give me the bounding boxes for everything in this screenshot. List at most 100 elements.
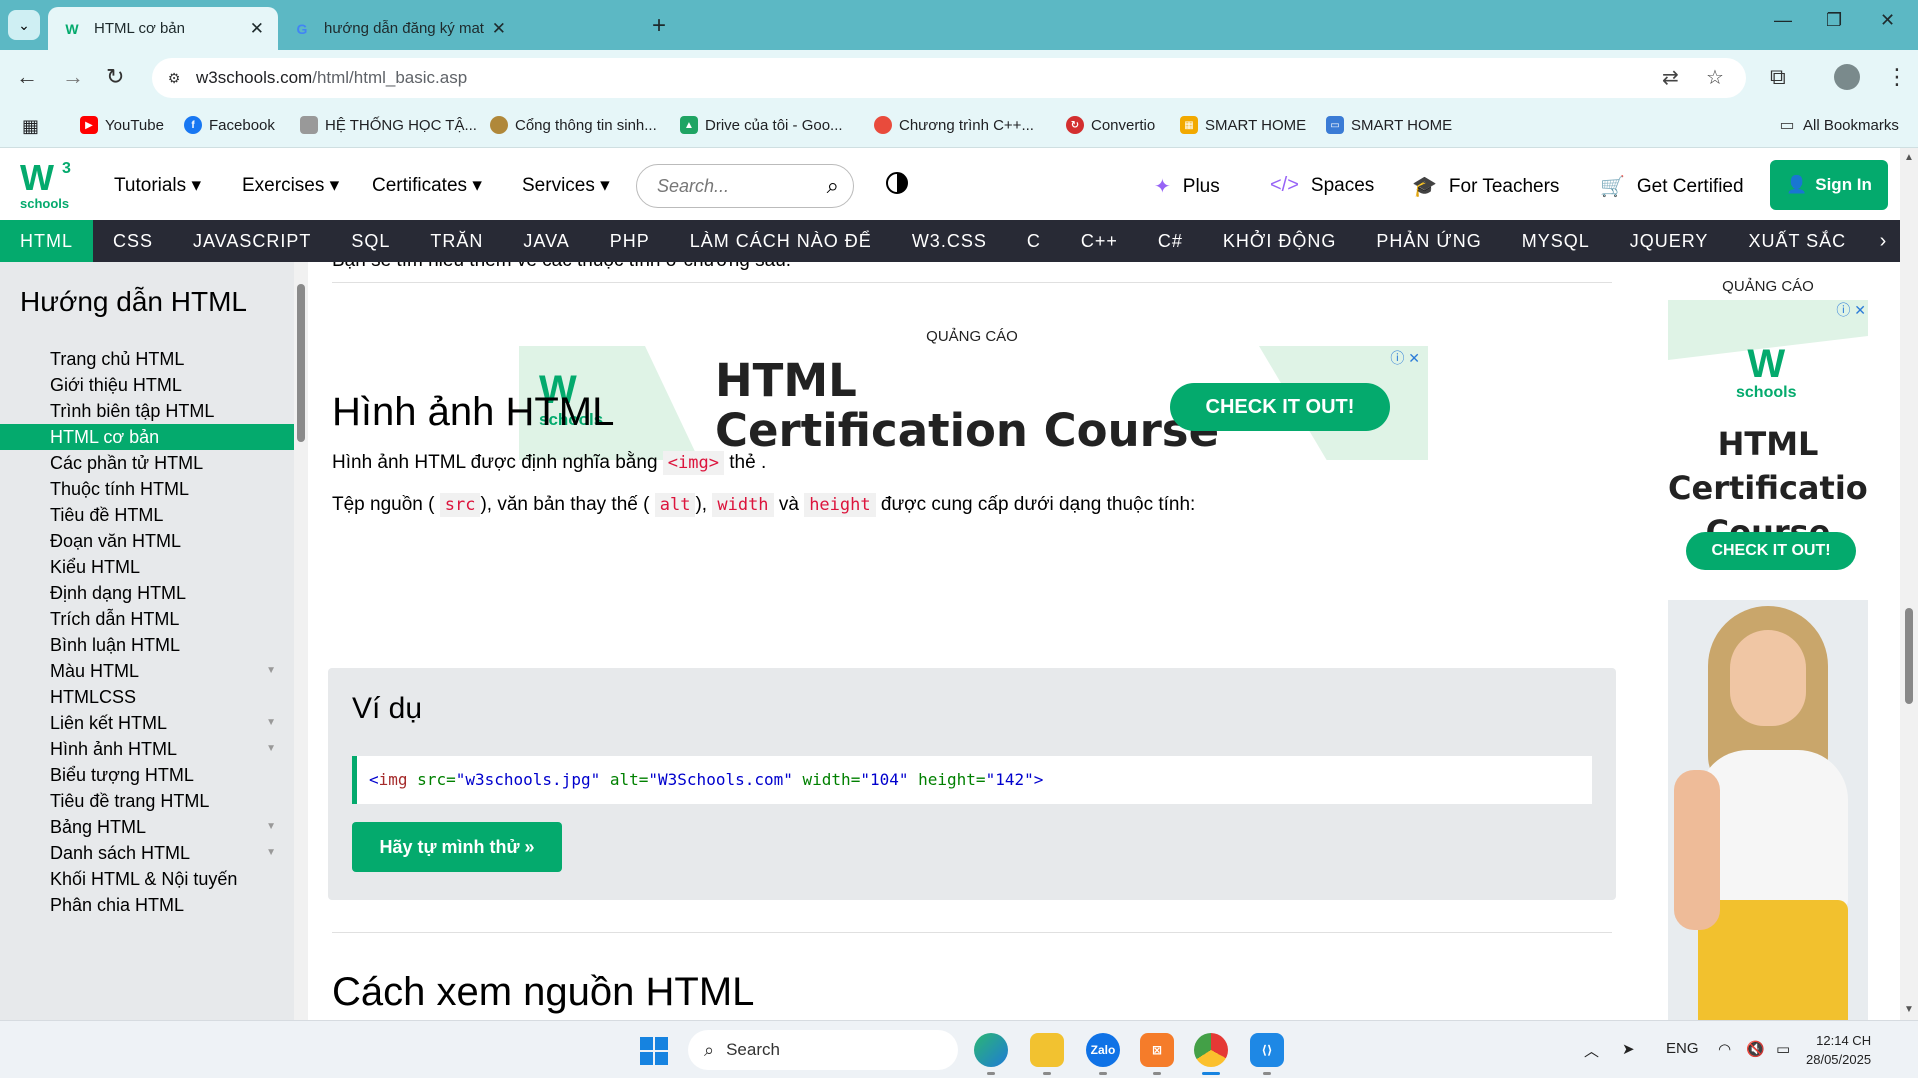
try-it-yourself-button[interactable]: Hãy tự mình thử » [352,822,562,872]
nav-item[interactable]: W3.CSS [892,220,1007,262]
sidebar-item[interactable]: HTMLCSS [0,684,294,710]
xampp-icon[interactable]: ⊠ [1140,1033,1174,1075]
nav-item[interactable]: HTML [0,220,93,262]
sidebar-item[interactable]: Bình luận HTML [0,632,294,658]
menu-tutorials[interactable]: Tutorials ▾ [114,174,201,197]
bookmark-smart-home-2[interactable]: ▭ SMART HOME [1326,116,1452,134]
link-for-teachers[interactable]: 🎓 For Teachers [1412,174,1559,199]
volume-mute-icon[interactable]: 🔇 [1746,1040,1765,1058]
nav-item[interactable]: C [1007,220,1061,262]
sidebar-item[interactable]: Thuộc tính HTML [0,476,294,502]
scroll-thumb[interactable] [1905,608,1913,704]
sidebar-item[interactable]: Trình biên tập HTML [0,398,294,424]
sidebar-item[interactable]: Hình ảnh HTML ▼ [0,736,294,762]
bookmark-cpp[interactable]: Chương trình C++... [874,116,1034,134]
sidebar-item[interactable]: Khối HTML & Nội tuyến [0,866,294,892]
nav-item[interactable]: XUẤT SẮC [1728,220,1866,262]
more-menu-icon[interactable]: ⋮ [1886,64,1908,90]
nav-item[interactable]: CSS [93,220,173,262]
nav-item[interactable]: SQL [331,220,410,262]
nav-item[interactable]: C++ [1061,220,1138,262]
all-bookmarks[interactable]: ▭ All Bookmarks [1778,116,1898,135]
sidebar-item[interactable]: Kiểu HTML [0,554,294,580]
caret-down-icon[interactable]: ▼ [266,736,276,762]
nav-scroll-right-icon[interactable]: › [1866,220,1900,262]
extensions-icon[interactable]: ⧉ [1770,64,1786,90]
nav-item[interactable]: KHỞI ĐỘNG [1203,220,1356,262]
ad-close-icon[interactable]: ⓘ ✕ [1836,300,1866,320]
bookmark-convertio[interactable]: ↻ Convertio [1066,116,1155,134]
nav-item[interactable]: LÀM CÁCH NÀO ĐỂ [670,220,892,262]
minimize-icon[interactable]: — [1774,10,1792,31]
page-scrollbar[interactable]: ▲ ▼ [1900,148,1918,1020]
sidebar-item[interactable]: Tiêu đề trang HTML [0,788,294,814]
sidebar-item[interactable]: Bảng HTML ▼ [0,814,294,840]
link-spaces[interactable]: </> Spaces [1270,174,1374,197]
bookmark-star-icon[interactable]: ☆ [1706,65,1724,90]
clock[interactable]: 12:14 CH 28/05/2025 [1806,1031,1871,1069]
site-search-input[interactable]: Search... ⌕ [636,164,854,208]
bookmark-smart-home-1[interactable]: ▦ SMART HOME [1180,116,1306,134]
sidebar-scrollbar[interactable] [294,262,308,1020]
restore-icon[interactable]: ❐ [1826,10,1842,31]
sidebar-item[interactable]: Màu HTML ▼ [0,658,294,684]
caret-down-icon[interactable]: ▼ [266,710,276,736]
input-language[interactable]: ENG [1666,1040,1699,1057]
sidebar-item[interactable]: Trang chủ HTML [0,346,294,372]
close-window-icon[interactable]: ✕ [1880,10,1895,31]
sidebar-item[interactable]: Tiêu đề HTML [0,502,294,528]
nav-item[interactable]: MYSQL [1502,220,1610,262]
translate-icon[interactable]: ⇄ [1662,65,1679,90]
scroll-down-icon[interactable]: ▼ [1904,1004,1914,1015]
sidebar-item[interactable]: Biểu tượng HTML [0,762,294,788]
sidebar-item[interactable]: Danh sách HTML ▼ [0,840,294,866]
reload-icon[interactable]: ↻ [106,64,124,90]
w3schools-logo[interactable]: W 3 schools [20,160,76,212]
file-explorer-icon[interactable] [1030,1033,1064,1075]
new-tab-button[interactable]: + [652,12,666,40]
search-icon[interactable]: ⌕ [827,173,839,199]
ad-card[interactable]: ⓘ ✕ W schools HTML Certification Course … [1668,300,1868,1020]
ad-cta-button[interactable]: CHECK IT OUT! [1686,532,1856,570]
nav-item[interactable]: C# [1138,220,1203,262]
back-icon[interactable]: ← [16,64,38,90]
bookmark-drive[interactable]: ▲ Drive của tôi - Goo... [680,116,843,134]
show-hidden-icons-icon[interactable]: ︿ [1584,1040,1599,1061]
caret-down-icon[interactable]: ▼ [266,658,276,684]
sidebar-item[interactable]: HTML cơ bản [0,424,294,450]
sidebar-item[interactable]: Phân chia HTML [0,892,294,918]
sidebar-item[interactable]: Đoạn văn HTML [0,528,294,554]
scroll-thumb[interactable] [297,284,305,442]
nav-item[interactable]: JQUERY [1610,220,1729,262]
sign-in-button[interactable]: 👤 Sign In [1770,160,1888,210]
edge-icon[interactable] [974,1033,1008,1075]
tab-html-basic[interactable]: W HTML cơ bản ✕ [48,7,278,50]
menu-certificates[interactable]: Certificates ▾ [372,174,482,197]
menu-exercises[interactable]: Exercises ▾ [242,174,339,197]
tab-google-search[interactable]: G hướng dẫn đăng ký mattermost ✕ [278,7,520,50]
nav-item[interactable]: PHP [590,220,670,262]
chrome-icon[interactable] [1194,1033,1228,1075]
sidebar-item[interactable]: Liên kết HTML ▼ [0,710,294,736]
zalo-icon[interactable]: Zalo [1086,1033,1120,1075]
dark-mode-toggle-icon[interactable] [886,172,908,194]
sidebar-item[interactable]: Định dạng HTML [0,580,294,606]
windows-start-icon[interactable] [640,1037,668,1065]
nav-item[interactable]: TRĂN [410,220,503,262]
site-info-icon[interactable]: ⚙ [160,64,188,92]
menu-services[interactable]: Services ▾ [522,174,610,197]
scroll-up-icon[interactable]: ▲ [1904,152,1914,163]
nav-item[interactable]: JAVA [503,220,589,262]
close-tab-icon[interactable]: ✕ [250,19,264,39]
taskbar-search[interactable]: ⌕ Search [688,1030,958,1070]
address-bar[interactable]: ⚙ w3schools.com/html/html_basic.asp ⇄ ☆ [152,58,1746,98]
forward-icon[interactable]: → [62,64,84,90]
nav-item[interactable]: PHẢN ỨNG [1356,220,1501,262]
ad-cta-button[interactable]: CHECK IT OUT! [1170,383,1390,431]
sidebar-item[interactable]: Giới thiệu HTML [0,372,294,398]
caret-down-icon[interactable]: ▼ [266,814,276,840]
sidebar-item[interactable]: Trích dẫn HTML [0,606,294,632]
profile-avatar[interactable] [1834,64,1860,90]
location-icon[interactable]: ➤ [1622,1040,1635,1058]
wifi-icon[interactable]: ◠ [1718,1040,1731,1058]
